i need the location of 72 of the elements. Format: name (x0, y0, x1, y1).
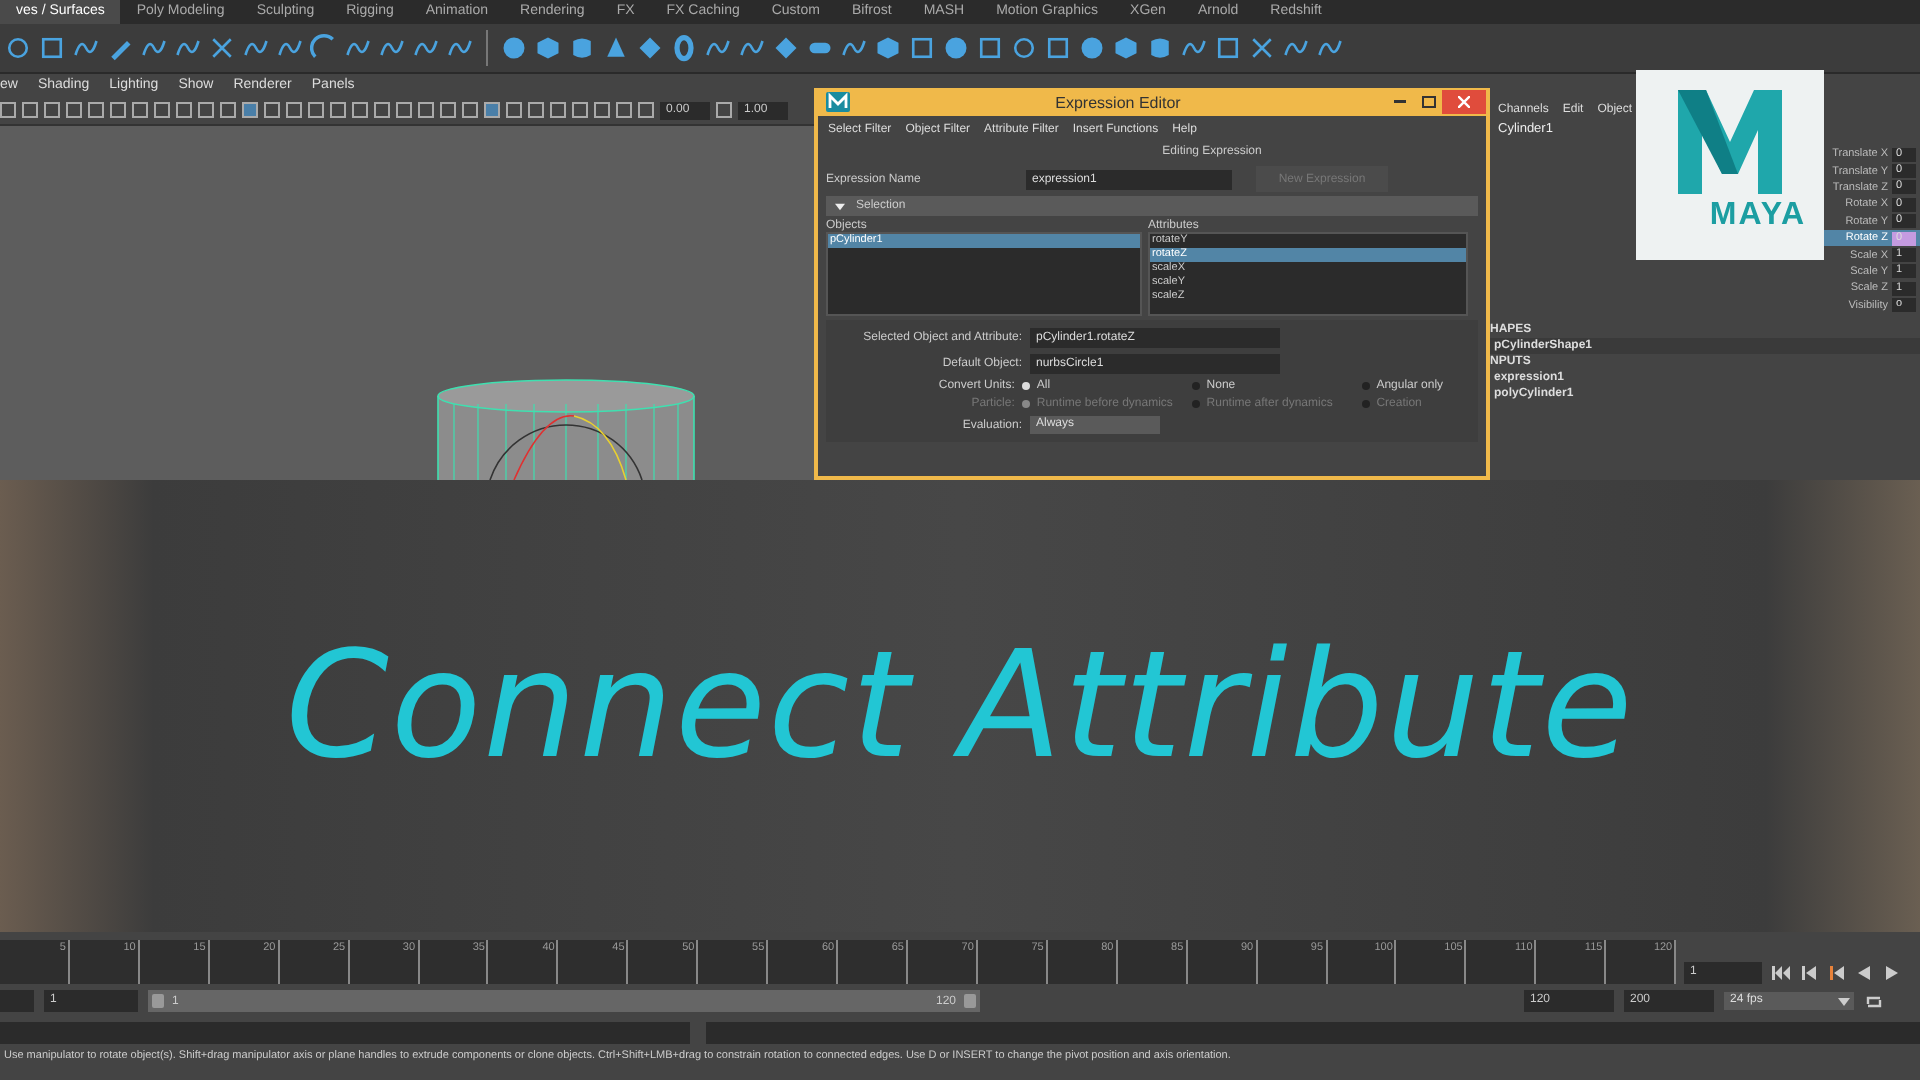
sphere-icon[interactable] (942, 32, 970, 64)
previous-key-button[interactable] (1826, 960, 1846, 984)
app-icon (826, 92, 850, 112)
square-icon[interactable] (132, 102, 148, 118)
square-icon[interactable] (66, 102, 82, 118)
window-title: Expression Editor (1053, 93, 1183, 111)
square-icon[interactable] (264, 102, 280, 118)
previous-key-icon (1829, 965, 1843, 979)
square-icon[interactable] (88, 102, 104, 118)
square-icon[interactable] (462, 102, 478, 118)
cube-icon[interactable] (874, 32, 902, 64)
sphere-icon[interactable] (500, 32, 528, 64)
square-icon[interactable] (396, 102, 412, 118)
range-field[interactable] (0, 990, 34, 1012)
square-icon[interactable] (330, 102, 346, 118)
square-icon[interactable] (528, 102, 544, 118)
command-field[interactable] (0, 1021, 690, 1043)
cylinder-icon[interactable] (1146, 32, 1174, 64)
square-icon[interactable] (0, 102, 16, 118)
square-icon[interactable] (38, 32, 66, 64)
sphere-icon[interactable] (1078, 32, 1106, 64)
banner-title: Connect Attribute (285, 620, 1635, 792)
square-icon[interactable] (440, 102, 456, 118)
close-icon (1458, 96, 1470, 108)
square-icon[interactable] (1044, 32, 1072, 64)
square-icon[interactable] (44, 102, 60, 118)
square-icon[interactable] (1214, 32, 1242, 64)
torus-icon[interactable] (670, 32, 698, 64)
radio-button[interactable] (1022, 382, 1031, 390)
play-backwards-button[interactable] (1854, 960, 1874, 984)
play-button[interactable] (1882, 960, 1902, 984)
play-backwards-icon (1858, 965, 1870, 979)
step-back-button[interactable] (1798, 960, 1818, 984)
square-icon[interactable] (220, 102, 236, 118)
logo-text: MAYA (1709, 198, 1807, 234)
cube-icon[interactable] (1112, 32, 1140, 64)
play-icon (1886, 965, 1898, 979)
close-button[interactable] (1442, 90, 1486, 114)
cylinder-icon[interactable] (568, 32, 596, 64)
range-handle-icon[interactable] (964, 994, 976, 1008)
square-icon[interactable] (286, 102, 302, 118)
minimize-icon (1394, 100, 1406, 104)
step-back-icon (1801, 965, 1815, 979)
circle-icon[interactable] (4, 32, 32, 64)
square-icon[interactable] (976, 32, 1004, 64)
diamond-icon[interactable] (772, 32, 800, 64)
square-icon[interactable] (154, 102, 170, 118)
cube-icon[interactable] (534, 32, 562, 64)
diamond-icon[interactable] (636, 32, 664, 64)
square-icon[interactable] (198, 102, 214, 118)
square-icon[interactable] (506, 102, 522, 118)
square-icon[interactable] (638, 102, 654, 118)
square-icon[interactable] (22, 102, 38, 118)
circle-icon[interactable] (1010, 32, 1038, 64)
loop-icon[interactable] (1864, 993, 1884, 1009)
square-icon[interactable] (594, 102, 610, 118)
square-icon[interactable] (374, 102, 390, 118)
caret-icon (1838, 998, 1850, 1006)
range-handle-icon[interactable] (152, 994, 164, 1008)
square-icon[interactable] (308, 102, 324, 118)
square-icon[interactable] (176, 102, 192, 118)
square-icon[interactable] (616, 102, 632, 118)
square-icon[interactable] (418, 102, 434, 118)
square-icon[interactable] (572, 102, 588, 118)
square-icon[interactable] (352, 102, 368, 118)
skip-to-start-icon (1771, 965, 1789, 979)
square-icon[interactable] (908, 32, 936, 64)
square-icon[interactable] (550, 102, 566, 118)
square-icon[interactable] (716, 102, 732, 118)
square-icon[interactable] (110, 102, 126, 118)
skip-to-start-button[interactable] (1770, 960, 1790, 984)
maximize-icon (1421, 96, 1435, 108)
